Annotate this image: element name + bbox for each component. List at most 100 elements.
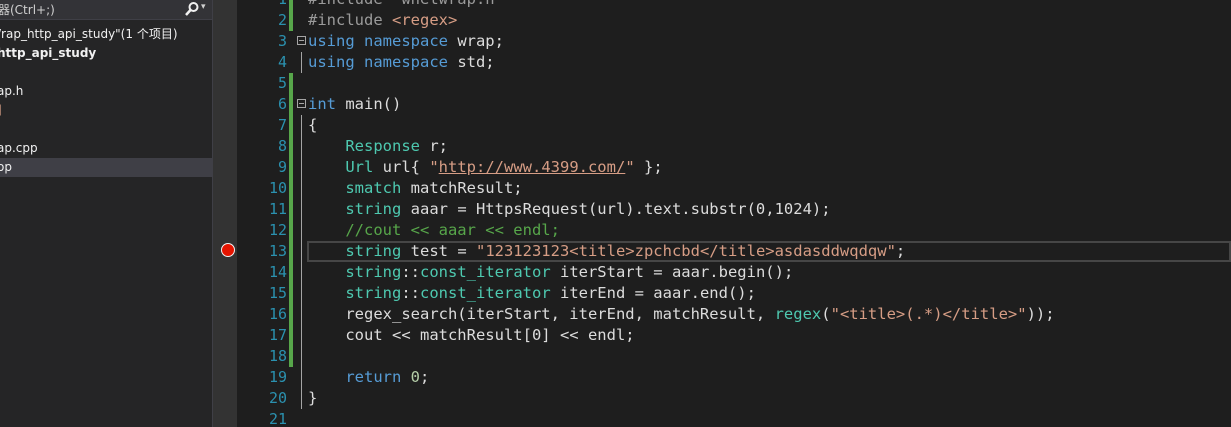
code-text: using namespace std; — [308, 52, 495, 73]
code-token: } — [308, 389, 318, 407]
line-number: 15 — [268, 284, 287, 302]
code-token: "<title>(.*)</title>" — [830, 305, 1027, 323]
code-token: smatch — [345, 179, 411, 197]
code-line[interactable]: 16 regex_search(iterStart, iterEnd, matc… — [237, 304, 1231, 325]
code-line[interactable]: 9 Url url{ "http://www.4399.com/" }; — [237, 157, 1231, 178]
code-token: Url — [345, 158, 383, 176]
line-number: 17 — [268, 326, 287, 344]
code-line[interactable]: 1 #include "whetwrap.h" — [237, 0, 1231, 10]
outline-guide — [301, 262, 302, 283]
code-line[interactable]: 21 — [237, 409, 1231, 427]
change-marker — [289, 178, 293, 199]
code-line[interactable]: 11 string aaar = HttpsRequest(url).text.… — [237, 199, 1231, 220]
code-token: regex — [774, 305, 822, 323]
code-line[interactable]: 12 //cout << aaar << endl; — [237, 220, 1231, 241]
code-line[interactable]: 8 Response r; — [237, 136, 1231, 157]
code-token[interactable]: http://www.4399.com/ — [439, 158, 626, 176]
line-number: 18 — [268, 347, 287, 365]
code-token: "123123123<title>zpchcbd</title>asdasddw… — [475, 242, 896, 260]
explorer-search-bar[interactable]: 器(Ctrl+;) ▾ — [0, 0, 212, 20]
code-token: return — [345, 368, 411, 386]
outline-guide — [301, 199, 302, 220]
collapse-icon[interactable] — [297, 36, 306, 45]
outline-guide — [301, 367, 302, 388]
code-token: string — [345, 242, 411, 260]
code-line[interactable]: 5 — [237, 73, 1231, 94]
code-token: int — [308, 95, 346, 113]
outline-guide — [301, 283, 302, 304]
change-marker — [289, 325, 293, 346]
tree-item-label: /rap_http_api_study"(1 个项目) — [0, 27, 178, 41]
code-text: Response r; — [308, 136, 448, 157]
code-line[interactable]: 10 smatch matchResult; — [237, 178, 1231, 199]
breakpoint-icon[interactable] — [221, 243, 235, 257]
outline-guide — [301, 388, 302, 409]
code-line[interactable]: 19 return 0; — [237, 367, 1231, 388]
chevron-down-icon[interactable]: ▾ — [201, 2, 206, 12]
tree-item-project[interactable]: http_api_study — [0, 44, 212, 63]
change-marker — [289, 304, 293, 325]
change-marker — [289, 241, 293, 262]
tree-item-source-file[interactable]: ap.cpp — [0, 139, 212, 158]
code-token: using namespace — [308, 53, 458, 71]
code-line[interactable]: 7{ — [237, 115, 1231, 136]
change-marker — [289, 283, 293, 304]
tree-item-filter[interactable]: ] — [0, 101, 212, 120]
search-icon[interactable] — [184, 1, 200, 17]
change-marker — [289, 220, 293, 241]
code-token: iterEnd = aaar.end(); — [559, 284, 756, 302]
line-number: 19 — [268, 368, 287, 386]
line-number: 20 — [268, 389, 287, 407]
code-line[interactable]: 2 #include <regex> — [237, 10, 1231, 31]
code-line[interactable]: 15 string::const_iterator iterEnd = aaar… — [237, 283, 1231, 304]
code-token: " — [429, 158, 439, 176]
code-token: iterStart = aaar.begin(); — [559, 263, 794, 281]
code-token: string — [345, 284, 402, 302]
change-marker — [289, 10, 293, 31]
code-text: regex_search(iterStart, iterEnd, matchRe… — [308, 304, 1054, 325]
code-line[interactable]: 6 int main() — [237, 94, 1231, 115]
tree-item-label: ap.h — [0, 84, 24, 98]
outline-guide — [301, 304, 302, 325]
code-line[interactable]: 4 using namespace std; — [237, 52, 1231, 73]
code-line[interactable]: 3 using namespace wrap; — [237, 31, 1231, 52]
code-token: url{ — [382, 158, 430, 176]
code-line[interactable]: 13 string test = "123123123<title>zpchcb… — [237, 241, 1231, 262]
code-token: 0 — [410, 368, 420, 386]
code-token: const_iterator — [420, 263, 560, 281]
code-token: Response — [345, 137, 430, 155]
tree-item-header-file[interactable]: ap.h — [0, 82, 212, 101]
outline-guide — [301, 115, 302, 136]
editor-indicator-margin[interactable] — [213, 0, 237, 427]
line-number: 14 — [268, 263, 287, 281]
tree-item-label: ] — [0, 101, 2, 120]
code-token: aaar = HttpsRequest(url).text.substr(0,1… — [410, 200, 831, 218]
outline-guide — [301, 325, 302, 346]
line-number: 9 — [277, 158, 287, 176]
line-number: 11 — [268, 200, 287, 218]
code-token: r; — [429, 137, 448, 155]
code-line[interactable]: 18 — [237, 346, 1231, 367]
code-text: #include "whetwrap.h" — [308, 0, 504, 10]
line-number: 12 — [268, 221, 287, 239]
code-line[interactable]: 14 string::const_iterator iterStart = aa… — [237, 262, 1231, 283]
code-text: { — [308, 115, 317, 136]
outline-guide — [301, 346, 302, 367]
tree-item-source-file-selected[interactable]: op — [0, 158, 212, 177]
collapse-icon[interactable] — [297, 99, 306, 108]
code-editor[interactable]: 1#include "whetwrap.h"2#include <regex>3… — [237, 0, 1231, 427]
code-line[interactable]: 20} — [237, 388, 1231, 409]
tree-item-label: http_api_study — [0, 46, 97, 60]
outline-guide — [301, 136, 302, 157]
change-marker — [289, 262, 293, 283]
search-input[interactable]: 器(Ctrl+;) — [0, 1, 55, 18]
tree-item-solution[interactable]: /rap_http_api_study"(1 个项目) — [0, 25, 212, 44]
code-line[interactable]: 17 cout << matchResult[0] << endl; — [237, 325, 1231, 346]
outline-guide — [301, 52, 302, 73]
code-text: string test = "123123123<title>zpchcbd</… — [308, 241, 905, 262]
